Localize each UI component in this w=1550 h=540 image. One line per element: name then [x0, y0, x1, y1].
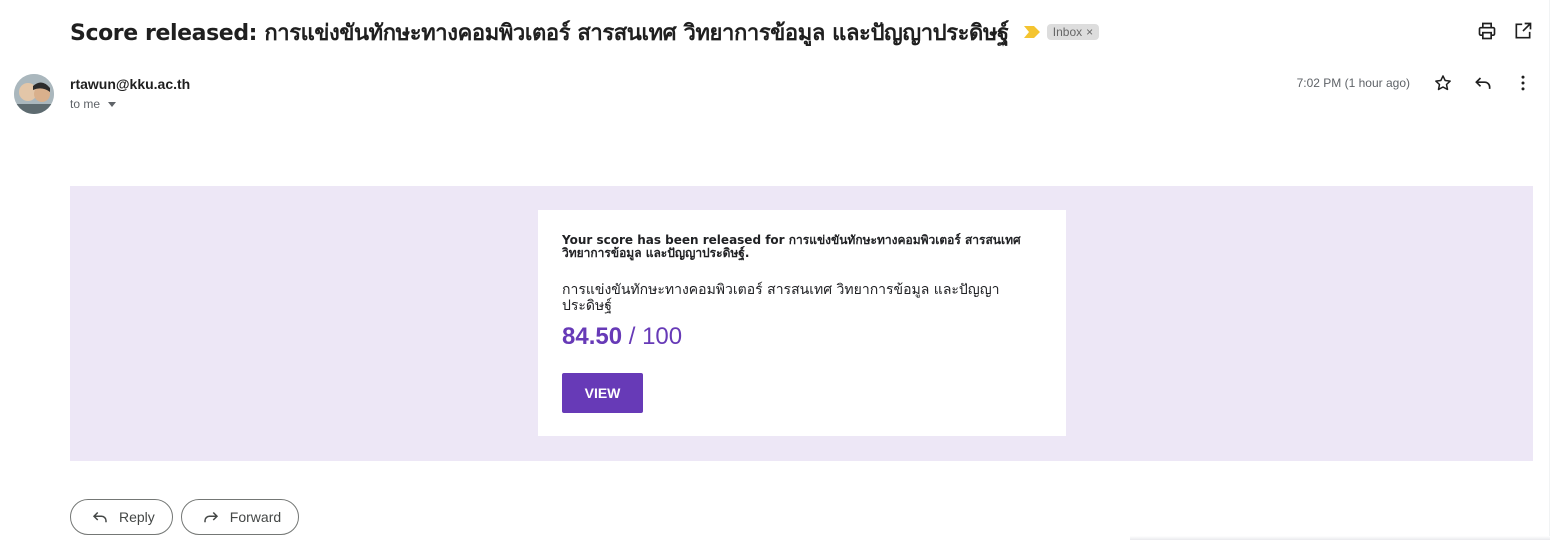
reply-button[interactable]: Reply	[70, 499, 173, 535]
reply-label: Reply	[119, 509, 155, 525]
importance-marker-icon[interactable]	[1023, 25, 1041, 39]
score-line: 84.50 / 100	[562, 323, 1042, 351]
email-body-banner: Your score has been released for การแข่ง…	[70, 186, 1533, 461]
print-icon[interactable]	[1476, 20, 1498, 42]
more-vert-icon[interactable]	[1512, 72, 1534, 94]
sender-avatar[interactable]	[14, 74, 54, 114]
reply-icon[interactable]	[1472, 72, 1494, 94]
score-total: / 100	[622, 323, 683, 350]
forward-label: Forward	[229, 509, 282, 525]
top-actions	[1476, 20, 1534, 42]
bottom-shadow	[1130, 536, 1550, 540]
inbox-label-text: Inbox	[1052, 25, 1083, 39]
chevron-down-icon	[108, 101, 117, 107]
message-timestamp: 7:02 PM (1 hour ago)	[1296, 76, 1410, 90]
forward-icon	[204, 511, 218, 523]
recipient-details-toggle[interactable]: to me	[70, 97, 117, 111]
reply-icon	[92, 511, 107, 523]
reply-actions: Reply Forward	[70, 499, 300, 535]
open-in-new-window-icon[interactable]	[1512, 20, 1534, 42]
inbox-label-chip: Inbox ×	[1046, 24, 1100, 40]
subject-row: Score released: การแข่งขันทักษะทางคอมพิว…	[70, 16, 1100, 48]
email-subject: Score released: การแข่งขันทักษะทางคอมพิว…	[70, 20, 1009, 46]
form-title: การแข่งขันทักษะทางคอมพิวเตอร์ สารสนเทศ ว…	[562, 282, 1000, 314]
forward-button[interactable]: Forward	[180, 499, 300, 535]
recipient-line: to me	[70, 97, 101, 111]
star-icon[interactable]	[1432, 72, 1454, 94]
message-meta: 7:02 PM (1 hour ago)	[1297, 72, 1534, 94]
score-value: 84.50	[562, 323, 623, 350]
score-card: Your score has been released for การแข่ง…	[538, 210, 1066, 436]
sender-address: rtawun@kku.ac.th	[70, 76, 191, 92]
score-released-message: Your score has been released for การแข่ง…	[562, 233, 1021, 260]
view-score-button[interactable]: VIEW	[562, 373, 643, 413]
remove-label-button[interactable]: ×	[1086, 25, 1093, 39]
